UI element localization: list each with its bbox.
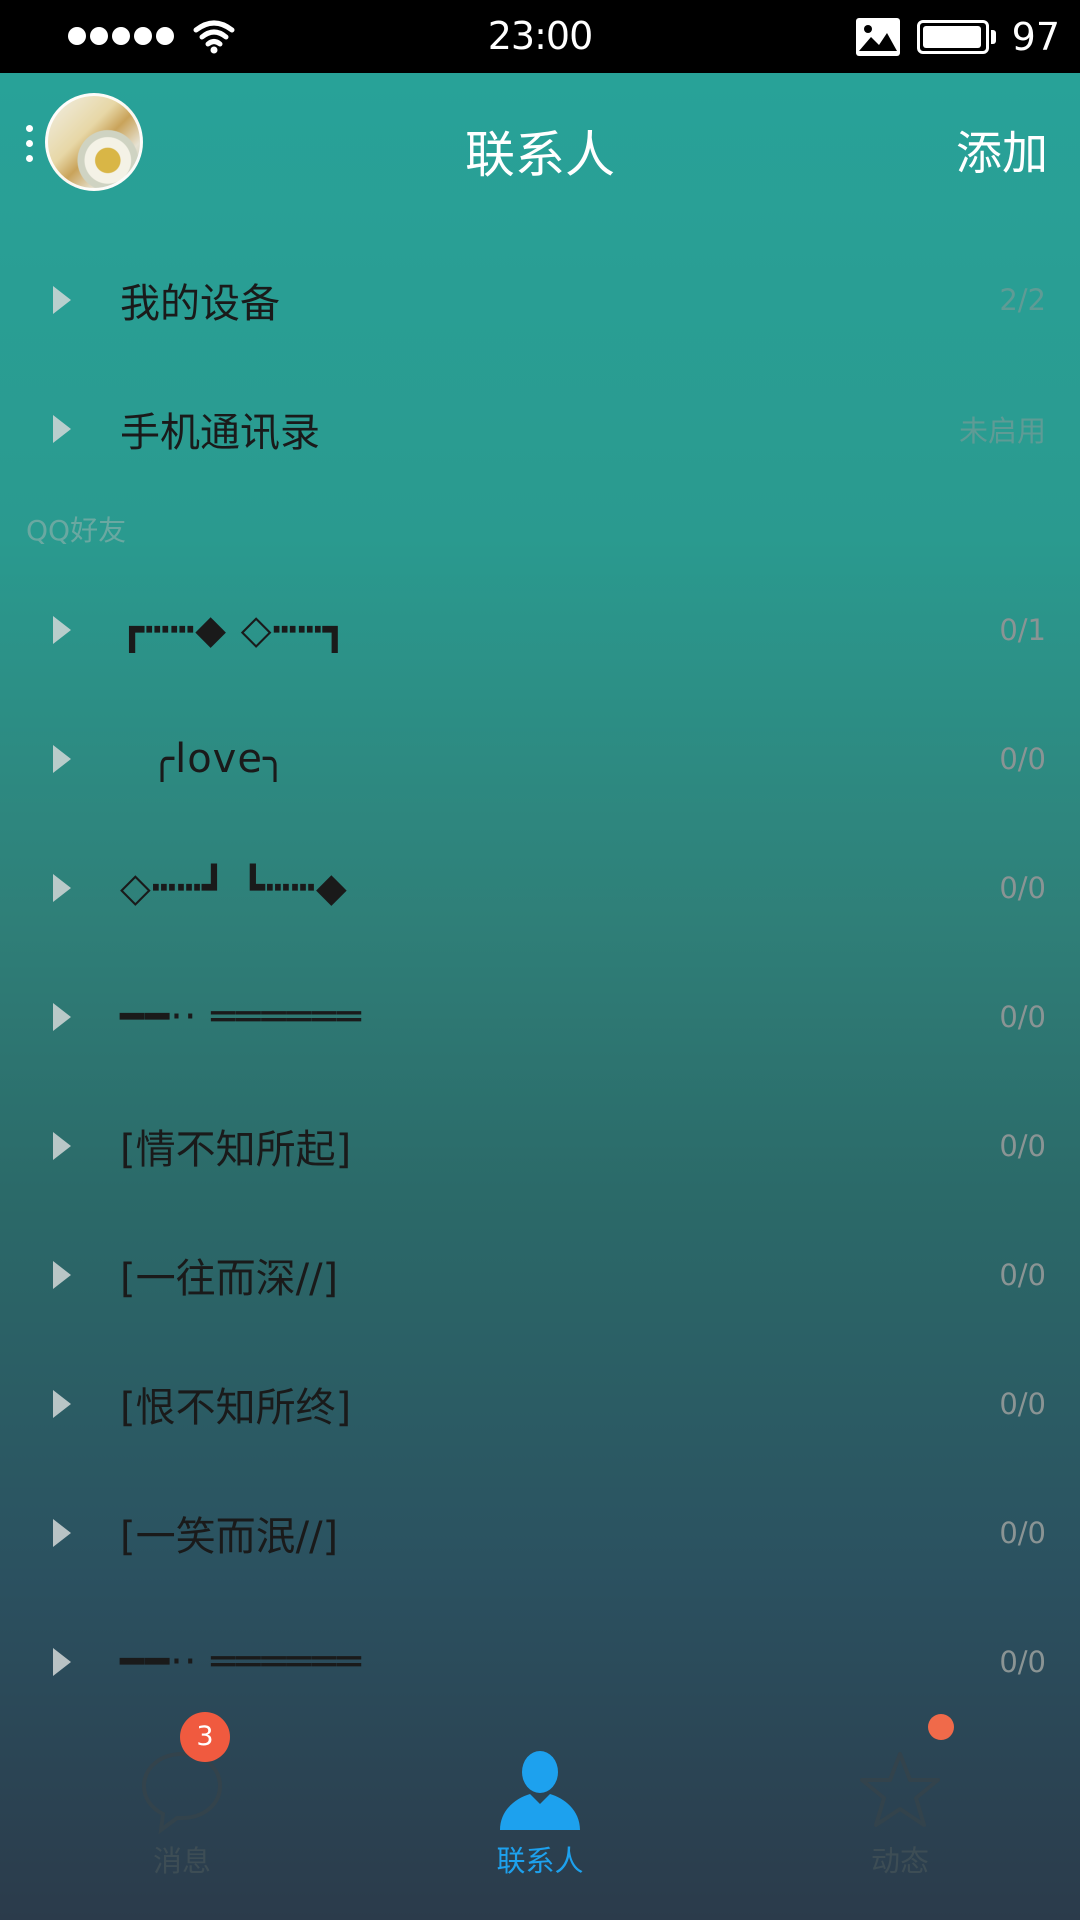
- battery-icon: [916, 20, 996, 54]
- tab-label: 动态: [870, 1844, 929, 1878]
- group-label: [一笑而泯//]: [120, 1513, 339, 1560]
- group-label: ╭love╮: [150, 735, 289, 782]
- person-icon: [500, 1751, 580, 1830]
- group-label: ━━·· ══════: [120, 1638, 362, 1685]
- group-count: 0/0: [999, 1515, 1046, 1550]
- notification-dot: [928, 1714, 954, 1740]
- battery-level: 97: [1011, 15, 1060, 59]
- group-label: [恨不知所终]: [120, 1384, 352, 1431]
- group-label: ━━·· ══════: [120, 993, 362, 1040]
- friend-group-row[interactable]: [一笑而泯//] 0/0: [0, 1468, 1080, 1597]
- friend-group-row[interactable]: [一往而深//] 0/0: [0, 1210, 1080, 1339]
- tab-label: 联系人: [496, 1844, 584, 1878]
- tab-label: 消息: [152, 1844, 211, 1878]
- page-title: 联系人: [465, 126, 615, 184]
- friend-group-row[interactable]: [恨不知所终] 0/0: [0, 1339, 1080, 1468]
- friend-group-row[interactable]: ┏┅┅◆ ◇┅┅┓ 0/1: [0, 565, 1080, 694]
- group-row-phone-contacts[interactable]: 手机通讯录 未启用: [0, 364, 1080, 493]
- expand-caret-icon: [53, 873, 71, 902]
- add-button[interactable]: 添加: [956, 117, 1048, 183]
- status-right: 97: [855, 15, 1060, 59]
- header: 联系人 添加: [0, 73, 1080, 223]
- group-count: 0/0: [999, 1386, 1046, 1421]
- contact-group-list: 我的设备 2/2 手机通讯录 未启用 QQ好友 ┏┅┅◆ ◇┅┅┓ 0/1 ╭l…: [0, 235, 1080, 1726]
- bottom-tab-bar: 3 消息 联系人 动态: [0, 1700, 1080, 1920]
- section-title-text: QQ好友: [26, 514, 127, 547]
- group-label: ◇┅┅┛ ┗┅┅◆: [120, 864, 348, 911]
- friend-group-row[interactable]: ◇┅┅┛ ┗┅┅◆ 0/0: [0, 823, 1080, 952]
- group-label: 我的设备: [120, 280, 280, 327]
- expand-caret-icon: [53, 615, 71, 644]
- unread-badge: 3: [180, 1712, 230, 1762]
- group-count: 0/0: [999, 741, 1046, 776]
- friend-group-row[interactable]: ━━·· ══════ 0/0: [0, 952, 1080, 1081]
- group-row-my-devices[interactable]: 我的设备 2/2: [0, 235, 1080, 364]
- tab-feeds[interactable]: 动态: [800, 1700, 1000, 1900]
- expand-caret-icon: [53, 1260, 71, 1289]
- image-icon: [855, 18, 900, 56]
- friend-group-row[interactable]: ╭love╮ 0/0: [0, 694, 1080, 823]
- star-icon: [860, 1752, 940, 1827]
- group-count: 0/0: [999, 1128, 1046, 1163]
- section-title: QQ好友: [0, 493, 1080, 565]
- group-label: [情不知所起]: [120, 1126, 352, 1173]
- group-label: [一往而深//]: [120, 1255, 339, 1302]
- group-count: 0/0: [999, 1644, 1046, 1679]
- expand-caret-icon: [53, 1647, 71, 1676]
- friend-group-row[interactable]: [情不知所起] 0/0: [0, 1081, 1080, 1210]
- expand-caret-icon: [53, 1002, 71, 1031]
- group-count: 0/0: [999, 1257, 1046, 1292]
- tab-contacts[interactable]: 联系人: [440, 1700, 640, 1900]
- group-count: 0/1: [999, 612, 1046, 647]
- expand-caret-icon: [53, 414, 71, 443]
- expand-caret-icon: [53, 1131, 71, 1160]
- group-count: 2/2: [999, 282, 1046, 317]
- expand-caret-icon: [53, 1389, 71, 1418]
- tab-messages[interactable]: 3 消息: [82, 1700, 282, 1900]
- expand-caret-icon: [53, 285, 71, 314]
- expand-caret-icon: [53, 1518, 71, 1547]
- group-label: ┏┅┅◆ ◇┅┅┓: [120, 606, 348, 653]
- group-count: 未启用: [958, 413, 1046, 448]
- status-bar: 23:00 97: [0, 0, 1080, 73]
- group-count: 0/0: [999, 999, 1046, 1034]
- group-count: 0/0: [999, 870, 1046, 905]
- expand-caret-icon: [53, 744, 71, 773]
- group-label: 手机通讯录: [120, 409, 320, 456]
